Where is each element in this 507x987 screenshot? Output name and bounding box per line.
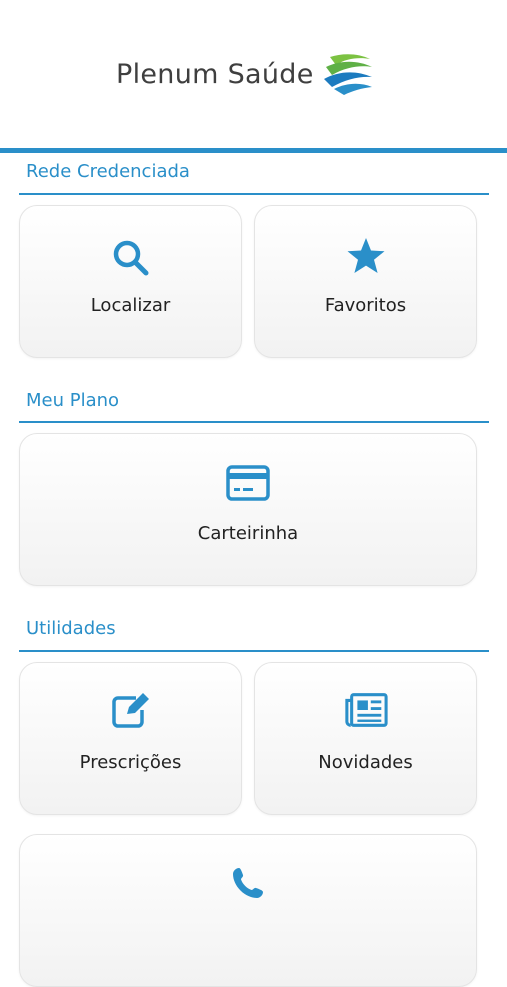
phone-icon bbox=[226, 861, 270, 905]
prescricoes-label: Prescrições bbox=[79, 752, 182, 773]
novidades-label: Novidades bbox=[318, 752, 413, 773]
logo: Plenum Saúde bbox=[116, 50, 374, 98]
star-icon bbox=[344, 234, 388, 278]
section-title-utilidades: Utilidades bbox=[26, 618, 116, 639]
newspaper-icon bbox=[344, 688, 388, 732]
edit-icon bbox=[109, 688, 153, 732]
section-divider bbox=[19, 650, 489, 652]
section-title-rede-credenciada: Rede Credenciada bbox=[26, 161, 190, 182]
localizar-button[interactable]: Localizar bbox=[19, 205, 242, 358]
credit-card-icon bbox=[226, 461, 270, 505]
contato-button[interactable] bbox=[19, 834, 477, 987]
section-title-meu-plano: Meu Plano bbox=[26, 390, 120, 411]
favoritos-label: Favoritos bbox=[324, 295, 407, 316]
logo-mark-icon bbox=[323, 54, 372, 95]
novidades-button[interactable]: Novidades bbox=[254, 662, 477, 815]
localizar-label: Localizar bbox=[90, 295, 171, 316]
header-accent-bar bbox=[0, 148, 507, 153]
carteirinha-button[interactable]: Carteirinha bbox=[19, 433, 477, 586]
section-divider bbox=[19, 421, 489, 423]
carteirinha-label: Carteirinha bbox=[197, 523, 299, 544]
app-header: Plenum Saúde bbox=[0, 0, 507, 148]
prescricoes-button[interactable]: Prescrições bbox=[19, 662, 242, 815]
favoritos-button[interactable]: Favoritos bbox=[254, 205, 477, 358]
section-divider bbox=[19, 193, 489, 195]
logo-text: Plenum Saúde bbox=[116, 58, 314, 90]
search-icon bbox=[109, 236, 153, 280]
